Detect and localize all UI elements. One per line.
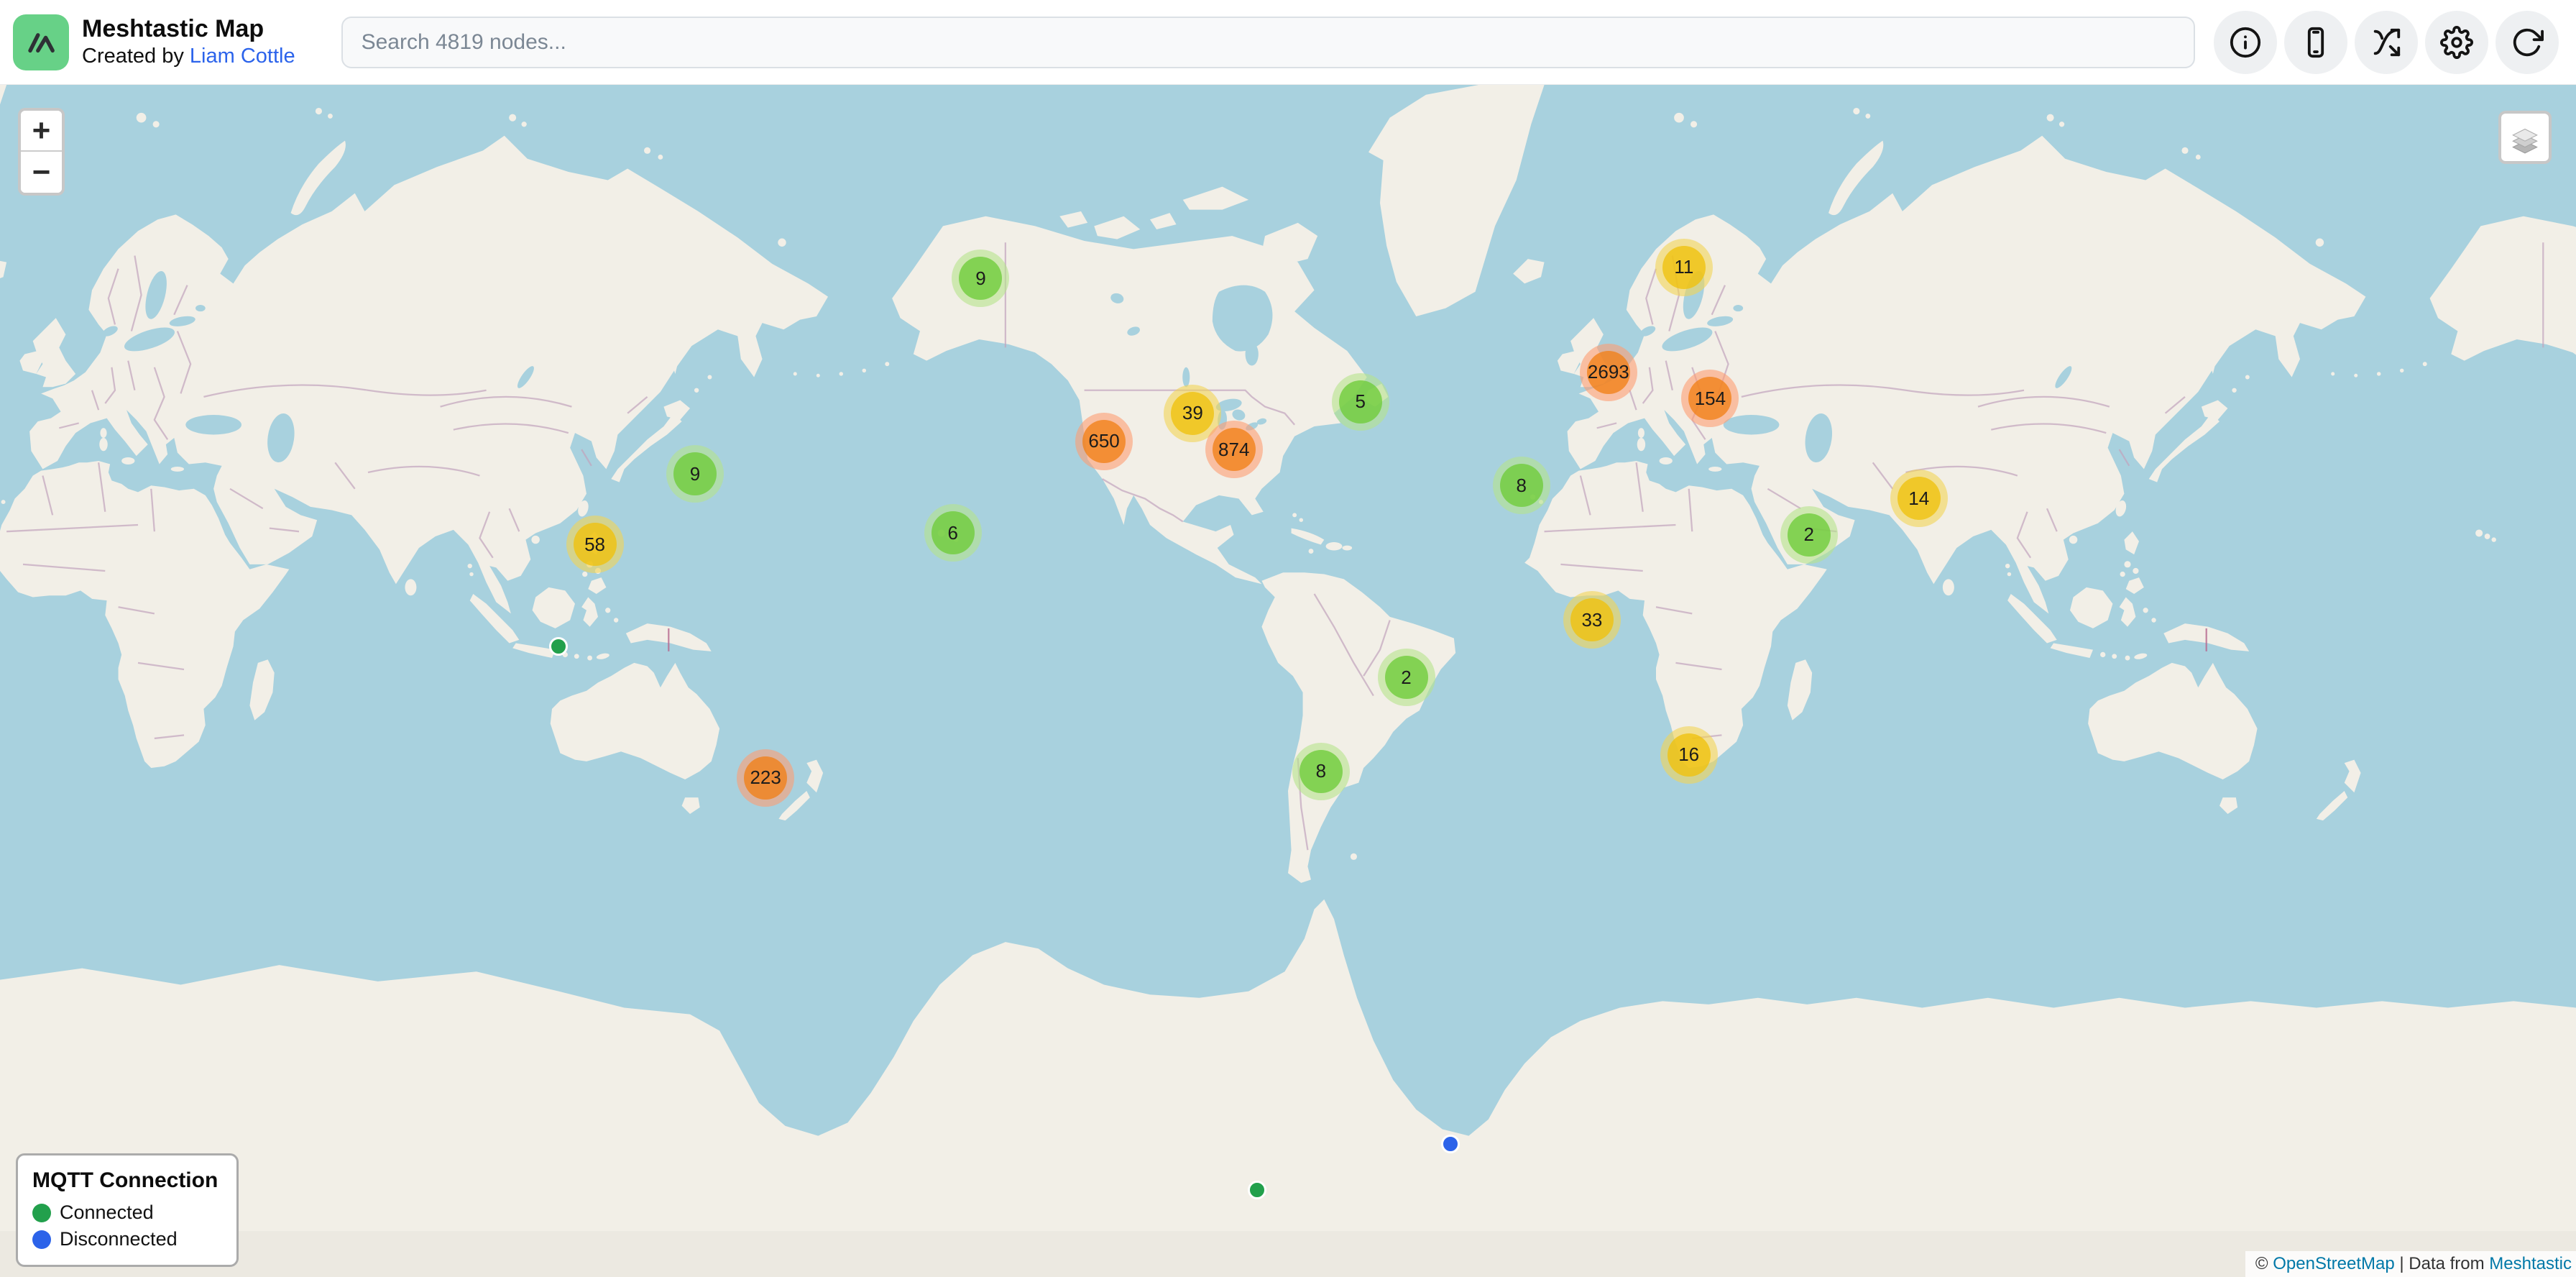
info-button[interactable]	[2214, 11, 2277, 74]
random-node-button[interactable]	[2355, 11, 2418, 74]
node-cluster[interactable]: 33	[1563, 591, 1621, 649]
legend-title: MQTT Connection	[32, 1168, 218, 1193]
node-cluster[interactable]: 5	[1332, 373, 1389, 431]
meshtastic-link[interactable]: Meshtastic	[2489, 1254, 2572, 1273]
node-cluster[interactable]: 874	[1205, 421, 1263, 478]
meshtastic-logo-icon	[13, 14, 69, 70]
node-cluster[interactable]: 6	[924, 504, 982, 562]
connected-dot-icon	[32, 1204, 51, 1222]
zoom-control: + −	[18, 108, 65, 196]
layers-control[interactable]	[2498, 111, 2552, 164]
node-marker-connected[interactable]	[1248, 1181, 1266, 1199]
info-icon	[2229, 26, 2262, 59]
node-cluster[interactable]: 2	[1378, 649, 1435, 706]
zoom-in-button[interactable]: +	[21, 111, 62, 152]
author-link[interactable]: Liam Cottle	[190, 45, 295, 68]
world-map	[0, 85, 2576, 1277]
node-cluster[interactable]: 9	[952, 250, 1009, 307]
attribution-separator: | Data from	[2395, 1254, 2490, 1273]
node-cluster[interactable]: 8	[1292, 743, 1350, 800]
layers-icon	[2508, 121, 2542, 154]
legend-row-disconnected: Disconnected	[32, 1228, 218, 1250]
node-marker-connected[interactable]	[549, 637, 568, 656]
settings-button[interactable]	[2425, 11, 2488, 74]
node-marker-disconnected[interactable]	[1441, 1135, 1460, 1153]
legend-label: Connected	[60, 1202, 154, 1224]
meshtastic-map-app: Meshtastic Map Created by Liam Cottle	[0, 0, 2576, 1277]
node-cluster[interactable]: 223	[737, 749, 794, 807]
gear-icon	[2440, 26, 2473, 59]
disconnected-dot-icon	[32, 1230, 51, 1249]
mobile-icon	[2299, 26, 2332, 59]
page-title: Meshtastic Map	[82, 15, 295, 43]
node-cluster[interactable]: 14	[1890, 470, 1948, 527]
legend-label: Disconnected	[60, 1228, 178, 1250]
map-canvas[interactable]: 911269315439650874581429586332168223 + −…	[0, 85, 2576, 1277]
node-cluster[interactable]: 58	[566, 516, 624, 573]
node-cluster[interactable]: 8	[1493, 457, 1550, 514]
map-attribution: © OpenStreetMap | Data from Meshtastic	[2245, 1251, 2576, 1277]
app-header: Meshtastic Map Created by Liam Cottle	[0, 0, 2576, 85]
copyright-prefix: ©	[2255, 1254, 2273, 1273]
node-cluster[interactable]: 2	[1780, 506, 1838, 564]
byline-prefix: Created by	[82, 45, 190, 68]
title-block: Meshtastic Map Created by Liam Cottle	[82, 15, 295, 68]
legend-row-connected: Connected	[32, 1202, 218, 1224]
refresh-icon	[2511, 26, 2544, 59]
header-buttons	[2214, 11, 2559, 74]
refresh-button[interactable]	[2496, 11, 2559, 74]
node-cluster[interactable]: 11	[1655, 239, 1713, 296]
mqtt-legend: MQTT Connection Connected Disconnected	[16, 1153, 239, 1267]
byline: Created by Liam Cottle	[82, 45, 295, 68]
osm-link[interactable]: OpenStreetMap	[2273, 1254, 2394, 1273]
node-cluster[interactable]: 154	[1681, 370, 1739, 427]
shuffle-icon	[2370, 26, 2403, 59]
search-input[interactable]	[341, 17, 2195, 68]
zoom-out-button[interactable]: −	[21, 152, 62, 193]
node-cluster[interactable]: 2693	[1580, 344, 1637, 401]
node-cluster[interactable]: 9	[666, 445, 724, 503]
node-cluster[interactable]: 650	[1075, 413, 1133, 470]
node-cluster[interactable]: 16	[1660, 726, 1718, 784]
mobile-app-button[interactable]	[2284, 11, 2347, 74]
